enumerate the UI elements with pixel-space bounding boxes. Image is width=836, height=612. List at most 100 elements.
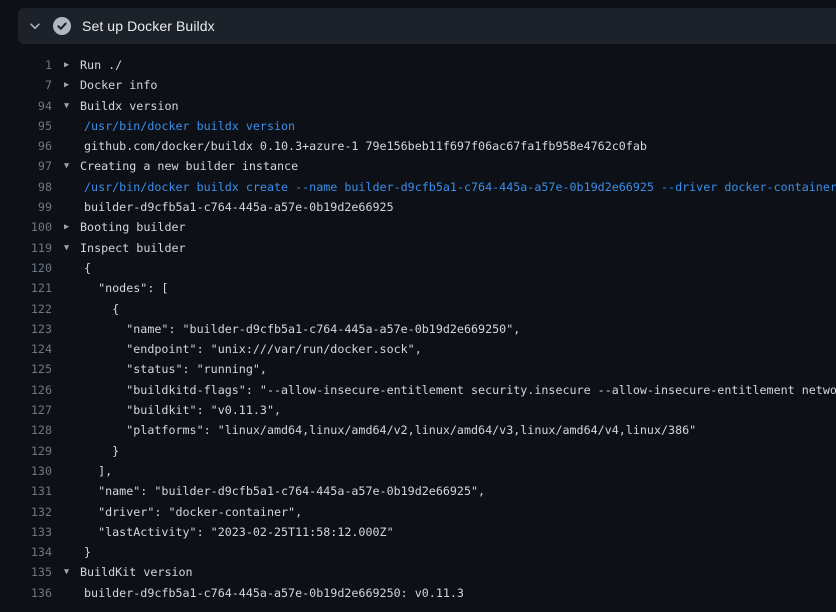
group-marker-icon xyxy=(64,116,80,136)
chevron-down-icon[interactable] xyxy=(27,18,43,34)
log-line: 96 github.com/docker/buildx 0.10.3+azure… xyxy=(0,136,836,156)
line-number[interactable]: 130 xyxy=(0,461,52,481)
log-text: } xyxy=(80,542,836,562)
log-line[interactable]: 97 ▼ Creating a new builder instance xyxy=(0,156,836,176)
log-text: github.com/docker/buildx 0.10.3+azure-1 … xyxy=(80,136,836,156)
log-line: 132 "driver": "docker-container", xyxy=(0,502,836,522)
log-line: 126 "buildkitd-flags": "--allow-insecure… xyxy=(0,380,836,400)
log-text: /usr/bin/docker buildx version xyxy=(80,116,836,136)
line-number[interactable]: 131 xyxy=(0,481,52,501)
log-text: builder-d9cfb5a1-c764-445a-a57e-0b19d2e6… xyxy=(80,583,836,603)
log-lines: 1 ▶ Run ./ 7 ▶ Docker info 94 ▼ Buildx v… xyxy=(0,44,836,603)
log-text: "buildkit": "v0.11.3", xyxy=(80,400,836,420)
group-marker-icon xyxy=(64,400,80,420)
log-line[interactable]: 119 ▼ Inspect builder xyxy=(0,238,836,258)
log-line: 121 "nodes": [ xyxy=(0,278,836,298)
line-number[interactable]: 133 xyxy=(0,522,52,542)
line-number[interactable]: 127 xyxy=(0,400,52,420)
log-text: BuildKit version xyxy=(80,562,836,582)
group-marker-icon xyxy=(64,339,80,359)
log-line: 98 /usr/bin/docker buildx create --name … xyxy=(0,177,836,197)
log-text: } xyxy=(80,441,836,461)
line-number[interactable]: 125 xyxy=(0,359,52,379)
group-marker-icon xyxy=(64,481,80,501)
line-number[interactable]: 94 xyxy=(0,96,52,116)
log-text: "platforms": "linux/amd64,linux/amd64/v2… xyxy=(80,420,836,440)
group-marker-icon xyxy=(64,258,80,278)
log-line: 130 ], xyxy=(0,461,836,481)
log-line: 136 builder-d9cfb5a1-c764-445a-a57e-0b19… xyxy=(0,583,836,603)
group-marker-icon xyxy=(64,136,80,156)
log-text: "endpoint": "unix:///var/run/docker.sock… xyxy=(80,339,836,359)
log-line: 128 "platforms": "linux/amd64,linux/amd6… xyxy=(0,420,836,440)
status-check-icon xyxy=(53,17,71,35)
group-marker-icon xyxy=(64,420,80,440)
log-line: 122 { xyxy=(0,299,836,319)
line-number[interactable]: 1 xyxy=(0,55,52,75)
line-number[interactable]: 132 xyxy=(0,502,52,522)
line-number[interactable]: 7 xyxy=(0,75,52,95)
log-text: Inspect builder xyxy=(80,238,836,258)
line-number[interactable]: 128 xyxy=(0,420,52,440)
group-marker-icon xyxy=(64,278,80,298)
group-marker-icon[interactable]: ▼ xyxy=(64,96,80,116)
step-header[interactable]: Set up Docker Buildx xyxy=(18,8,836,44)
group-marker-icon xyxy=(64,197,80,217)
log-line: 120 { xyxy=(0,258,836,278)
log-line[interactable]: 100 ▶ Booting builder xyxy=(0,217,836,237)
log-line: 95 /usr/bin/docker buildx version xyxy=(0,116,836,136)
group-marker-icon xyxy=(64,461,80,481)
line-number[interactable]: 96 xyxy=(0,136,52,156)
line-number[interactable]: 99 xyxy=(0,197,52,217)
line-number[interactable]: 129 xyxy=(0,441,52,461)
group-marker-icon[interactable]: ▶ xyxy=(64,55,80,75)
line-number[interactable]: 100 xyxy=(0,217,52,237)
line-number[interactable]: 120 xyxy=(0,258,52,278)
log-line[interactable]: 94 ▼ Buildx version xyxy=(0,96,836,116)
log-text: Creating a new builder instance xyxy=(80,156,836,176)
group-marker-icon xyxy=(64,359,80,379)
line-number[interactable]: 136 xyxy=(0,583,52,603)
group-marker-icon[interactable]: ▶ xyxy=(64,75,80,95)
group-marker-icon[interactable]: ▼ xyxy=(64,562,80,582)
log-text: "buildkitd-flags": "--allow-insecure-ent… xyxy=(80,380,836,400)
log-text: "lastActivity": "2023-02-25T11:58:12.000… xyxy=(80,522,836,542)
group-marker-icon[interactable]: ▶ xyxy=(64,217,80,237)
log-line: 134 } xyxy=(0,542,836,562)
group-marker-icon xyxy=(64,542,80,562)
log-line: 127 "buildkit": "v0.11.3", xyxy=(0,400,836,420)
log-text: { xyxy=(80,299,836,319)
group-marker-icon xyxy=(64,299,80,319)
line-number[interactable]: 126 xyxy=(0,380,52,400)
log-line: 131 "name": "builder-d9cfb5a1-c764-445a-… xyxy=(0,481,836,501)
log-text: { xyxy=(80,258,836,278)
group-marker-icon[interactable]: ▼ xyxy=(64,238,80,258)
line-number[interactable]: 95 xyxy=(0,116,52,136)
line-number[interactable]: 122 xyxy=(0,299,52,319)
line-number[interactable]: 124 xyxy=(0,339,52,359)
line-number[interactable]: 135 xyxy=(0,562,52,582)
log-text: Buildx version xyxy=(80,96,836,116)
log-line[interactable]: 135 ▼ BuildKit version xyxy=(0,562,836,582)
line-number[interactable]: 134 xyxy=(0,542,52,562)
step-title: Set up Docker Buildx xyxy=(82,18,215,34)
log-text: builder-d9cfb5a1-c764-445a-a57e-0b19d2e6… xyxy=(80,197,836,217)
group-marker-icon xyxy=(64,441,80,461)
log-text: "status": "running", xyxy=(80,359,836,379)
group-marker-icon[interactable]: ▼ xyxy=(64,156,80,176)
log-line: 123 "name": "builder-d9cfb5a1-c764-445a-… xyxy=(0,319,836,339)
line-number[interactable]: 98 xyxy=(0,177,52,197)
log-text: "name": "builder-d9cfb5a1-c764-445a-a57e… xyxy=(80,481,836,501)
log-text: Run ./ xyxy=(80,55,836,75)
log-line[interactable]: 7 ▶ Docker info xyxy=(0,75,836,95)
line-number[interactable]: 123 xyxy=(0,319,52,339)
log-line[interactable]: 1 ▶ Run ./ xyxy=(0,55,836,75)
log-line: 129 } xyxy=(0,441,836,461)
line-number[interactable]: 119 xyxy=(0,238,52,258)
group-marker-icon xyxy=(64,502,80,522)
line-number[interactable]: 97 xyxy=(0,156,52,176)
group-marker-icon xyxy=(64,583,80,603)
log-text: /usr/bin/docker buildx create --name bui… xyxy=(80,177,836,197)
line-number[interactable]: 121 xyxy=(0,278,52,298)
group-marker-icon xyxy=(64,522,80,542)
